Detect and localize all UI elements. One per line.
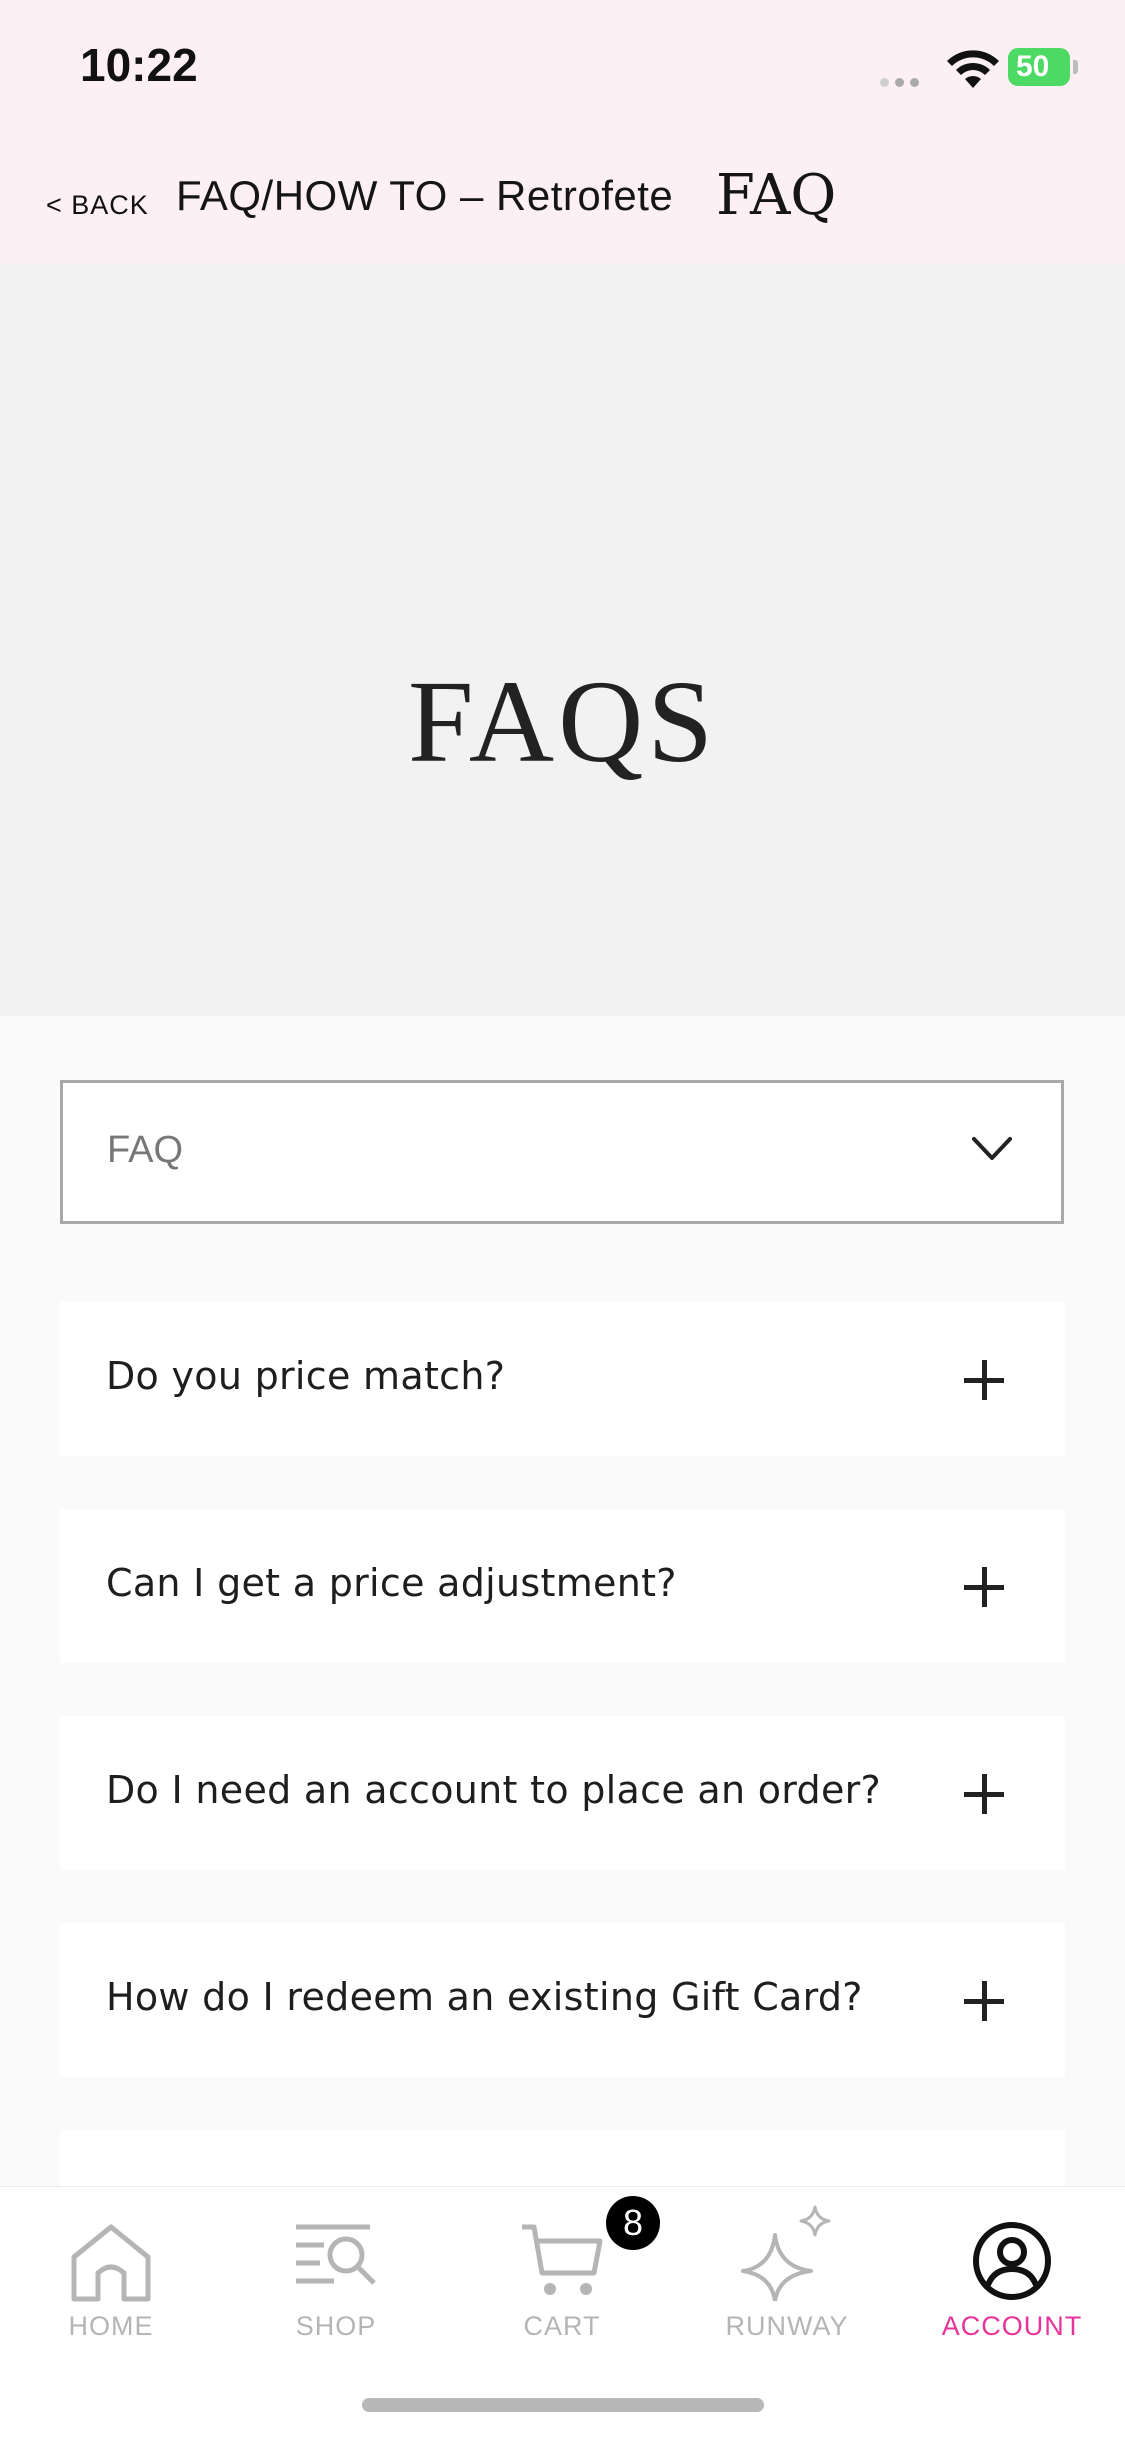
faq-item[interactable]: Do you price match? xyxy=(60,1302,1065,1456)
tab-label: RUNWAY xyxy=(725,2311,849,2341)
tab-runway[interactable]: RUNWAY xyxy=(697,2205,877,2345)
tab-label: CART xyxy=(523,2311,601,2341)
faq-logo: FAQ xyxy=(716,163,837,228)
wifi-icon xyxy=(947,50,999,88)
battery-cap xyxy=(1073,60,1078,74)
account-icon xyxy=(973,2222,1051,2300)
faq-item[interactable]: How do I redeem an existing Gift Card? xyxy=(60,1923,1065,2077)
expand-plus-icon[interactable] xyxy=(964,1567,1004,1607)
shop-search-icon xyxy=(296,2224,376,2285)
faq-item-partial[interactable] xyxy=(60,2130,1065,2190)
back-button[interactable]: < BACK xyxy=(46,190,149,221)
battery-indicator: 50 xyxy=(1008,48,1070,86)
faq-category-select[interactable]: FAQ xyxy=(60,1080,1064,1224)
expand-plus-icon[interactable] xyxy=(964,1981,1004,2021)
signal-icon xyxy=(880,72,940,87)
faq-question: Can I get a price adjustment? xyxy=(106,1561,677,1605)
home-icon xyxy=(71,2224,151,2302)
cart-count-badge: 8 xyxy=(606,2196,660,2250)
cart-icon xyxy=(522,2224,603,2295)
faq-question: Do I need an account to place an order? xyxy=(106,1768,882,1812)
faq-item[interactable]: Can I get a price adjustment? xyxy=(60,1509,1065,1663)
tab-label: SHOP xyxy=(295,2311,377,2341)
tab-label: HOME xyxy=(68,2311,154,2341)
select-value: FAQ xyxy=(107,1129,184,1171)
faq-question: Do you price match? xyxy=(106,1354,506,1398)
tab-shop[interactable]: SHOP xyxy=(246,2205,426,2345)
page-title: FAQ/HOW TO – Retrofete xyxy=(176,172,674,219)
faq-question: How do I redeem an existing Gift Card? xyxy=(106,1975,863,2019)
expand-plus-icon[interactable] xyxy=(964,1360,1004,1400)
tab-home[interactable]: HOME xyxy=(21,2205,201,2345)
home-indicator xyxy=(362,2398,764,2412)
hero-title: FAQS xyxy=(408,656,717,787)
hero-banner: FAQS xyxy=(0,264,1125,1016)
sparkle-icon xyxy=(741,2205,831,2301)
chevron-down-icon xyxy=(972,1137,1012,1160)
faq-item[interactable]: Do I need an account to place an order? xyxy=(60,1716,1065,1870)
tab-label: ACCOUNT xyxy=(941,2311,1083,2341)
tab-account[interactable]: ACCOUNT xyxy=(922,2205,1102,2345)
expand-plus-icon[interactable] xyxy=(964,1774,1004,1814)
status-time: 10:22 xyxy=(80,39,198,91)
